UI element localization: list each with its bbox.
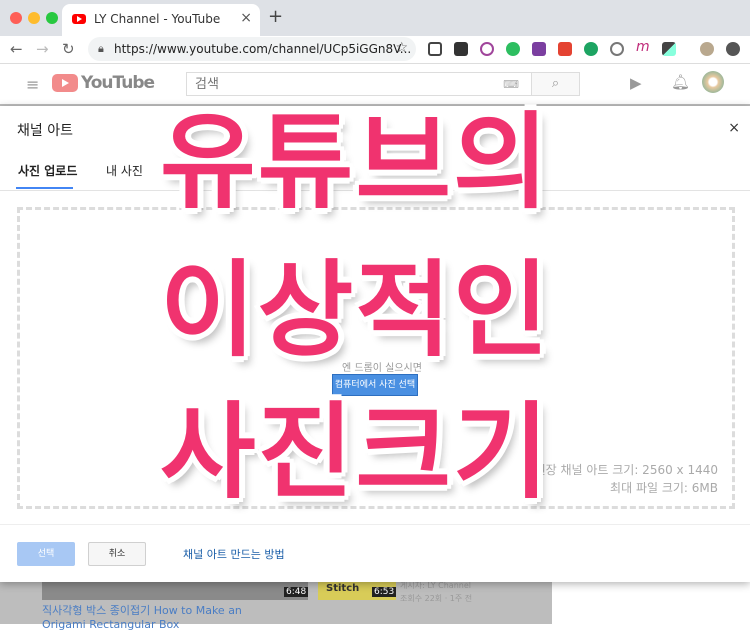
overlay-caption-line-3: 사진크기 — [160, 391, 551, 513]
forward-icon[interactable]: → — [36, 40, 49, 58]
eyedropper-extension-icon[interactable] — [662, 42, 676, 56]
select-button[interactable]: 선택 — [17, 542, 75, 566]
cancel-button[interactable]: 취소 — [88, 542, 146, 566]
overlay-caption-line-2: 이상적인 — [160, 249, 551, 371]
video-duration: 6:53 — [372, 587, 397, 597]
close-icon[interactable]: × — [728, 120, 740, 136]
youtube-wordmark[interactable]: YouTube — [81, 73, 155, 93]
refresh-extension-icon[interactable] — [584, 42, 598, 56]
tab-upload-photo[interactable]: 사진 업로드 — [18, 162, 77, 179]
video-duration: 6:48 — [284, 587, 309, 597]
bell-icon[interactable]: 🔔︎ — [671, 73, 690, 91]
todoist-extension-icon[interactable] — [558, 42, 572, 56]
address-bar[interactable]: 🔒︎ https://www.youtube.com/channel/UCp5i… — [88, 37, 416, 61]
evernote-extension-icon[interactable] — [506, 42, 520, 56]
zoom-window-button[interactable] — [46, 12, 58, 24]
thumbnail-label: Stitch — [326, 583, 360, 594]
tab-title: LY Channel - YouTube — [94, 12, 221, 26]
avatar[interactable] — [702, 71, 724, 93]
bookmark-star-icon[interactable]: ☆ — [395, 40, 408, 56]
pocket-extension-icon[interactable] — [454, 42, 468, 56]
profile-avatar[interactable] — [700, 42, 714, 56]
overlay-caption-line-1: 유튜브의 — [160, 101, 551, 223]
url-text[interactable]: https://www.youtube.com/channel/UCp5iGGn… — [114, 42, 411, 56]
keyboard-icon[interactable]: ⌨ — [503, 78, 519, 91]
video-thumbnail[interactable] — [42, 582, 308, 600]
close-window-button[interactable] — [10, 12, 22, 24]
reload-icon[interactable]: ↻ — [62, 40, 75, 58]
extension-icon[interactable] — [480, 42, 494, 56]
howto-link[interactable]: 채널 아트 만드는 방법 — [183, 546, 285, 562]
search-button[interactable]: ⌕ — [532, 72, 580, 96]
lock-icon: 🔒︎ — [98, 42, 104, 55]
search-box: ⌨ — [186, 72, 532, 96]
youtube-header: ≡ YouTube ⌨ ⌕ ▶ 🔔︎ — [0, 64, 750, 104]
minimize-window-button[interactable] — [28, 12, 40, 24]
update-icon[interactable] — [726, 42, 740, 56]
menu-icon[interactable]: ≡ — [26, 75, 39, 94]
recommended-size-text: 권장 채널 아트 크기: 2560 x 1440 — [534, 463, 718, 477]
video-title-link[interactable]: 직사각형 박스 종이접기 How to Make an Origami Rect… — [42, 604, 282, 632]
browser-tab-strip: LY Channel - YouTube × + — [0, 0, 750, 36]
onenote-extension-icon[interactable] — [532, 42, 546, 56]
video-camera-icon[interactable]: ▶ — [630, 74, 642, 92]
link-extension-icon[interactable] — [610, 42, 624, 56]
dialog-title: 채널 아트 — [17, 123, 73, 139]
new-tab-button[interactable]: + — [268, 6, 283, 27]
youtube-logo-icon[interactable] — [52, 74, 78, 92]
max-file-size-text: 최대 파일 크기: 6MB — [610, 481, 718, 495]
screenshot-extension-icon[interactable] — [428, 42, 442, 56]
active-tab-indicator — [16, 187, 73, 189]
divider — [0, 524, 750, 525]
video-meta: 조회수 22회 · 1주 전 — [400, 594, 473, 603]
search-input[interactable] — [187, 73, 487, 96]
m-extension-icon[interactable]: m — [636, 39, 650, 55]
page-background — [552, 582, 750, 624]
search-icon: ⌕ — [551, 76, 560, 91]
browser-toolbar: ← → ↻ 🔒︎ https://www.youtube.com/channel… — [0, 36, 750, 64]
youtube-favicon-icon — [72, 14, 86, 24]
browser-tab[interactable]: LY Channel - YouTube × — [62, 4, 260, 36]
tab-my-photos[interactable]: 내 사진 — [106, 162, 143, 179]
back-icon[interactable]: ← — [10, 40, 23, 58]
tab-close-icon[interactable]: × — [240, 10, 252, 26]
